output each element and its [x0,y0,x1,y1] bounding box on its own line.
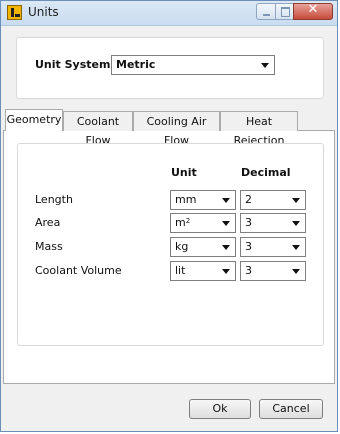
chevron-down-icon [261,63,269,68]
length-decimal-select[interactable]: 2 [240,190,306,210]
tab-geometry[interactable]: Geometry [5,109,63,131]
chevron-down-icon [292,198,300,203]
area-decimal-select[interactable]: 3 [240,213,306,233]
chevron-down-icon [222,198,230,203]
area-decimal-value: 3 [245,216,252,229]
mass-label: Mass [35,240,63,253]
coolant-volume-unit-select[interactable]: lit [170,261,236,281]
coolant-volume-label: Coolant Volume [35,264,122,277]
ok-button[interactable]: Ok [189,399,251,419]
length-unit-value: mm [175,193,197,206]
maximize-icon [281,7,290,17]
length-decimal-value: 2 [245,193,252,206]
length-label: Length [35,193,73,206]
minimize-button[interactable] [256,3,276,20]
chevron-down-icon [292,221,300,226]
area-label: Area [35,216,61,229]
cancel-button[interactable]: Cancel [259,399,323,419]
coolant-volume-decimal-value: 3 [245,264,252,277]
tab-cooling-air-flow[interactable]: Cooling Air Flow [133,111,220,147]
app-logo-icon [7,5,22,20]
unit-system-label: Unit System [35,58,111,71]
unit-system-value: Metric [116,58,156,71]
tab-heat-rejection[interactable]: Heat Rejection [220,111,298,147]
unit-column-header: Unit [171,166,197,179]
close-icon: ✕ [307,2,319,17]
chevron-down-icon [222,245,230,250]
title-bar[interactable]: Units ✕ [1,1,337,26]
coolant-volume-decimal-select[interactable]: 3 [240,261,306,281]
chevron-down-icon [222,269,230,274]
mass-decimal-select[interactable]: 3 [240,237,306,257]
tab-coolant-flow[interactable]: Coolant Flow [63,111,133,147]
mass-decimal-value: 3 [245,240,252,253]
length-unit-select[interactable]: mm [170,190,236,210]
area-unit-superscript: 2 [185,217,191,225]
area-unit-text: m [175,216,186,229]
decimal-column-header: Decimal [241,166,291,179]
chevron-down-icon [292,245,300,250]
close-button[interactable]: ✕ [293,2,333,20]
maximize-button[interactable] [275,3,294,20]
window-title: Units [28,5,59,19]
coolant-volume-unit-value: lit [175,264,186,277]
area-unit-select[interactable]: m2 [170,213,236,233]
unit-system-select[interactable]: Metric [111,55,275,75]
minimize-icon [263,14,270,16]
chevron-down-icon [222,221,230,226]
area-unit-value: m2 [175,216,190,229]
mass-unit-value: kg [175,240,189,253]
chevron-down-icon [292,269,300,274]
mass-unit-select[interactable]: kg [170,237,236,257]
